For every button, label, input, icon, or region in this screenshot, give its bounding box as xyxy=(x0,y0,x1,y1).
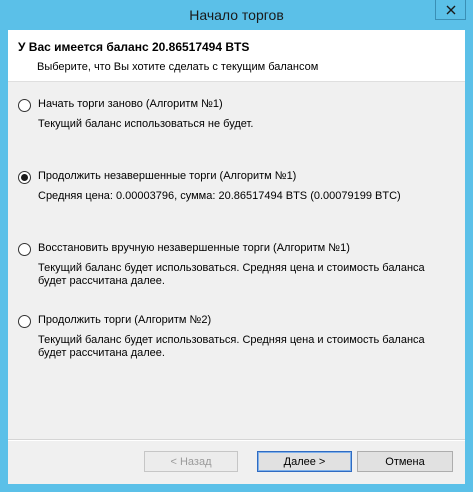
back-button[interactable]: < Назад xyxy=(144,451,238,472)
radio-restart[interactable] xyxy=(18,99,31,112)
close-icon xyxy=(446,5,455,14)
option-label[interactable]: Продолжить торги (Алгоритм №2) xyxy=(38,314,211,326)
radio-continue-unfinished[interactable] xyxy=(18,171,31,184)
window-title: Начало торгов xyxy=(189,7,284,23)
button-separator xyxy=(8,439,465,441)
option-description: Текущий баланс использоваться не будет. xyxy=(38,118,254,130)
radio-restore-manual[interactable] xyxy=(18,243,31,256)
next-button[interactable]: Далее > xyxy=(257,451,352,472)
option-label[interactable]: Восстановить вручную незавершенные торги… xyxy=(38,242,350,254)
option-restart[interactable]: Начать торги заново (Алгоритм №1) Текущи… xyxy=(18,98,448,138)
option-label[interactable]: Продолжить незавершенные торги (Алгоритм… xyxy=(38,170,296,182)
header-subtitle: Выберите, что Вы хотите сделать с текущи… xyxy=(37,61,319,73)
close-button[interactable] xyxy=(435,0,466,20)
option-description: Текущий баланс будет использоваться. Сре… xyxy=(38,334,425,359)
dialog-window: Начало торгов У Вас имеется баланс 20.86… xyxy=(0,0,473,492)
wizard-header: У Вас имеется баланс 20.86517494 BTS Выб… xyxy=(8,30,465,82)
option-label[interactable]: Начать торги заново (Алгоритм №1) xyxy=(38,98,223,110)
option-description: Текущий баланс будет использоваться. Сре… xyxy=(38,262,425,287)
dialog-body: У Вас имеется баланс 20.86517494 BTS Выб… xyxy=(8,30,465,484)
header-title: У Вас имеется баланс 20.86517494 BTS xyxy=(18,40,250,54)
option-continue-algo2[interactable]: Продолжить торги (Алгоритм №2) Текущий б… xyxy=(18,314,448,366)
option-restore-manual[interactable]: Восстановить вручную незавершенные торги… xyxy=(18,242,448,294)
title-bar[interactable]: Начало торгов xyxy=(0,0,473,30)
cancel-button[interactable]: Отмена xyxy=(357,451,453,472)
option-description: Средняя цена: 0.00003796, сумма: 20.8651… xyxy=(38,190,401,202)
radio-continue-algo2[interactable] xyxy=(18,315,31,328)
option-continue-unfinished[interactable]: Продолжить незавершенные торги (Алгоритм… xyxy=(18,170,448,210)
